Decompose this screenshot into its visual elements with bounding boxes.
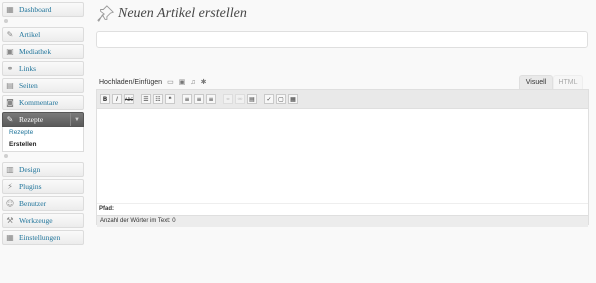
design-icon: ▥: [6, 165, 14, 174]
title-input[interactable]: [96, 31, 588, 48]
editor-path: Pfad:: [97, 203, 588, 215]
align-center-icon[interactable]: ≡: [194, 94, 204, 104]
menu-separator: [2, 154, 84, 159]
italic-button[interactable]: I: [112, 94, 122, 104]
comments-icon: ◙: [6, 98, 14, 107]
numbered-list-icon[interactable]: ☷: [153, 94, 163, 104]
link-icon: ⚭: [6, 64, 14, 73]
admin-sidebar: ▦ Dashboard ✎ Artikel ▣ Mediathek ⚭ Link…: [2, 2, 84, 247]
menu-rezepte[interactable]: ✎ Rezepte ▼: [2, 112, 84, 127]
menu-plugins[interactable]: ⚡ Plugins: [2, 179, 84, 194]
spellcheck-icon[interactable]: ✓: [264, 94, 274, 104]
media-icon: ▣: [6, 47, 14, 56]
chevron-down-icon[interactable]: ▼: [70, 113, 83, 126]
editor-content[interactable]: [97, 109, 588, 203]
audio-icon[interactable]: ♫: [190, 79, 195, 86]
menu-mediathek[interactable]: ▣ Mediathek: [2, 44, 84, 59]
menu-kommentare[interactable]: ◙ Kommentare: [2, 95, 84, 110]
submenu-item-rezepte[interactable]: Rezepte: [3, 127, 83, 139]
more-tag-icon[interactable]: ▤: [247, 94, 257, 104]
pages-icon: ▤: [6, 81, 14, 90]
unlink-icon[interactable]: ⚮: [235, 94, 245, 104]
settings-icon: ▦: [6, 233, 14, 242]
menu-werkzeuge[interactable]: ⚒ Werkzeuge: [2, 213, 84, 228]
media-upload-label: Hochladen/Einfügen: [99, 78, 163, 86]
media-buttons: Hochladen/Einfügen ▭ ▣ ♫ ✱: [99, 78, 207, 87]
menu-artikel[interactable]: ✎ Artikel: [2, 27, 84, 42]
bold-button[interactable]: B: [100, 94, 110, 104]
page-title: Neuen Artikel erstellen: [118, 6, 247, 21]
video-icon[interactable]: ▣: [179, 78, 186, 86]
blockquote-icon[interactable]: ❝: [165, 94, 175, 104]
tab-html[interactable]: HTML: [553, 75, 583, 90]
media-icon[interactable]: ✱: [201, 78, 207, 86]
menu-seiten[interactable]: ▤ Seiten: [2, 78, 84, 93]
fullscreen-icon[interactable]: ▢: [276, 94, 286, 104]
image-icon[interactable]: ▭: [167, 78, 174, 86]
menu-dashboard[interactable]: ▦ Dashboard: [2, 2, 84, 17]
word-count: Anzahl der Wörter im Text: 0: [97, 215, 588, 227]
bullet-list-icon[interactable]: ☰: [141, 94, 151, 104]
pushpin-icon: ✎: [6, 30, 14, 39]
submenu-item-erstellen[interactable]: Erstellen: [3, 139, 83, 151]
users-icon: ☺: [5, 199, 15, 208]
pushpin-icon: [97, 5, 115, 22]
dashboard-icon: ▦: [6, 5, 14, 14]
plugins-icon: ⚡: [7, 182, 13, 191]
editor-toolbar: B I ABC ☰ ☷ ❝ ≡ ≡ ≡ ⚭ ⚮ ▤ ✓ ▢ ▦: [97, 90, 588, 109]
menu-einstellungen[interactable]: ▦ Einstellungen: [2, 230, 84, 245]
kitchen-sink-icon[interactable]: ▦: [288, 94, 298, 104]
post-editor: B I ABC ☰ ☷ ❝ ≡ ≡ ≡ ⚭ ⚮ ▤ ✓ ▢ ▦ Pfad: An…: [96, 89, 589, 227]
submenu-rezepte: Rezepte Erstellen: [2, 127, 84, 152]
align-left-icon[interactable]: ≡: [182, 94, 192, 104]
align-right-icon[interactable]: ≡: [206, 94, 216, 104]
menu-links[interactable]: ⚭ Links: [2, 61, 84, 76]
tab-visual[interactable]: Visuell: [519, 75, 553, 90]
strikethrough-button[interactable]: ABC: [124, 94, 134, 104]
tools-icon: ⚒: [6, 216, 14, 225]
link-icon[interactable]: ⚭: [223, 94, 233, 104]
menu-design[interactable]: ▥ Design: [2, 162, 84, 177]
pushpin-icon: ✎: [6, 115, 14, 124]
menu-separator: [2, 19, 84, 24]
menu-benutzer[interactable]: ☺ Benutzer: [2, 196, 84, 211]
